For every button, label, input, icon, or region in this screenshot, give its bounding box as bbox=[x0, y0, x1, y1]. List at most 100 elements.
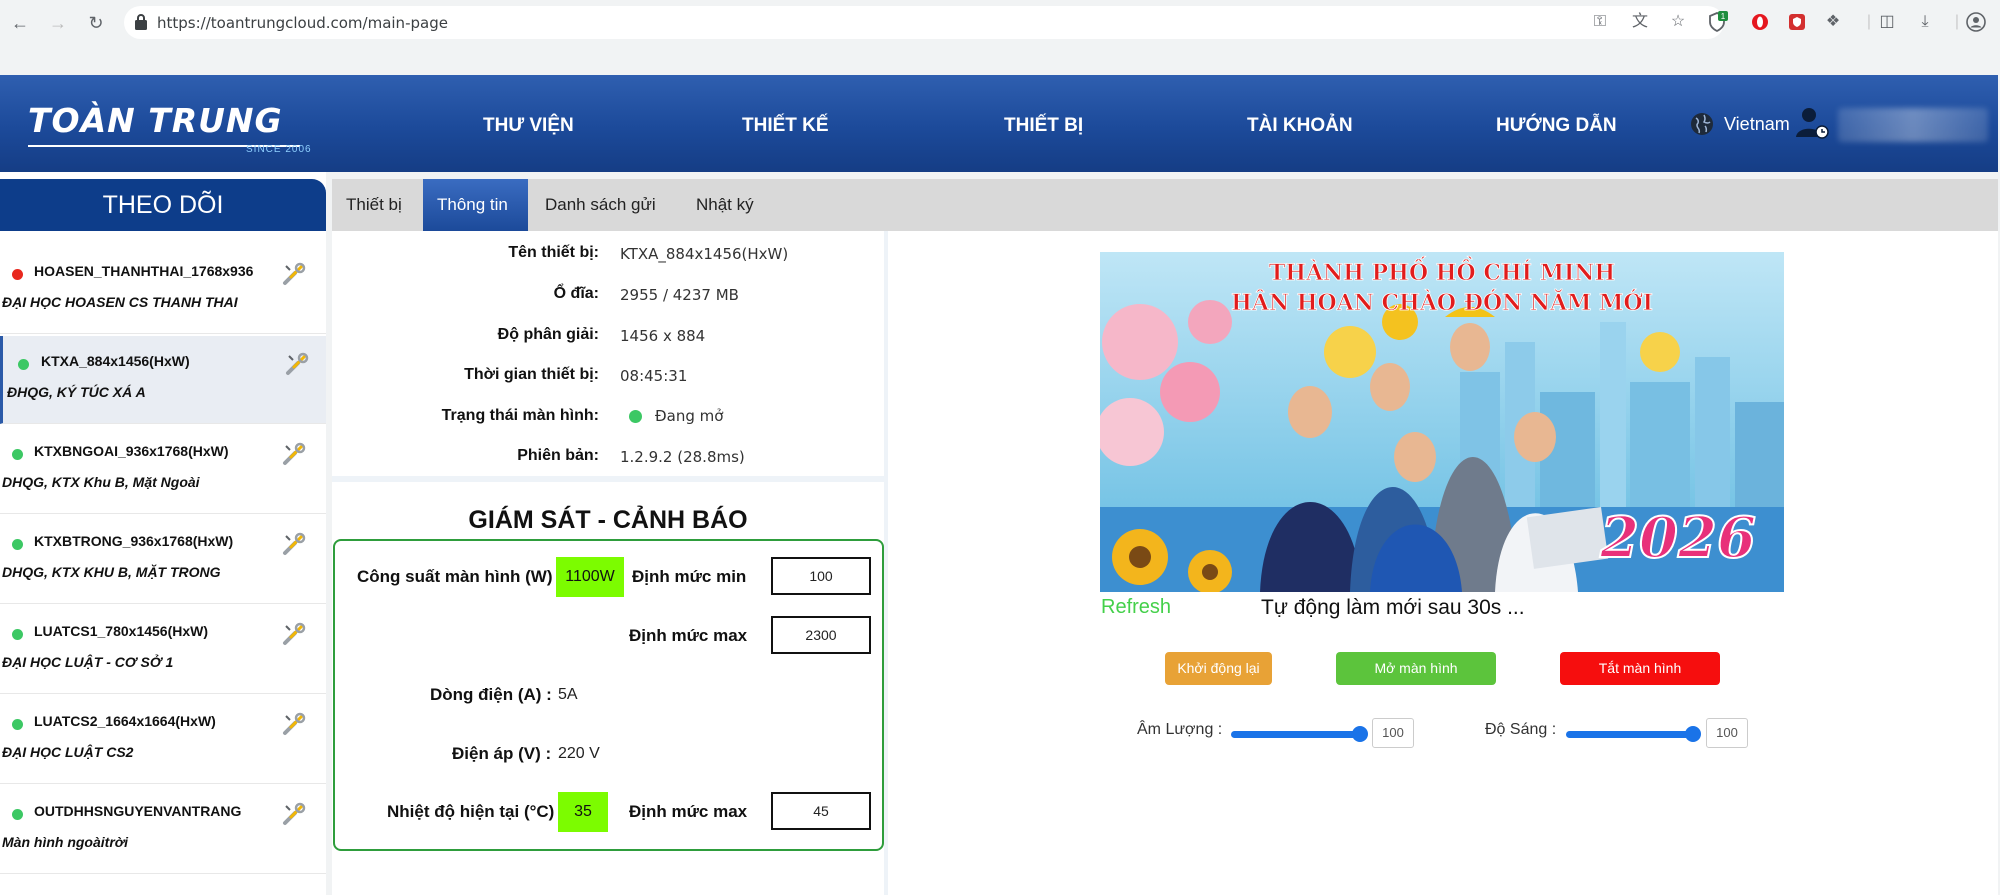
disk-value: 2955 / 4237 MB bbox=[620, 286, 739, 304]
volume-slider-thumb[interactable] bbox=[1352, 726, 1368, 742]
power-value: 1100W bbox=[556, 557, 624, 597]
reload-icon[interactable]: ↻ bbox=[83, 10, 109, 36]
logo-since: SINCE 2006 bbox=[246, 144, 312, 155]
device-name: KTXBTRONG_936x1768(HxW) bbox=[34, 533, 234, 549]
device-description: ĐẠI HỌC LUẬT CS2 bbox=[2, 744, 134, 760]
status-dot bbox=[12, 629, 23, 640]
status-dot bbox=[18, 359, 29, 370]
panel-divider bbox=[884, 231, 888, 895]
download-icon[interactable]: ⤓ bbox=[1914, 11, 1936, 33]
settings-tools-icon[interactable] bbox=[281, 711, 307, 737]
volume-value[interactable]: 100 bbox=[1372, 718, 1414, 748]
volume-label: Âm Lượng : bbox=[1137, 721, 1223, 738]
temperature-label: Nhiệt độ hiện tại (°C) bbox=[387, 802, 555, 821]
settings-tools-icon[interactable] bbox=[281, 621, 307, 647]
status-dot bbox=[12, 719, 23, 730]
brightness-slider-thumb[interactable] bbox=[1685, 726, 1701, 742]
key-icon[interactable]: ⚿ bbox=[1589, 11, 1611, 33]
device-list-item[interactable]: KTXBTRONG_936x1768(HxW) DHQG, KTX KHU B, … bbox=[0, 516, 326, 604]
device-list-item[interactable]: LUATCS1_780x1456(HxW) ĐẠI HỌC LUẬT - CƠ S… bbox=[0, 606, 326, 694]
menu-thiet-bi[interactable]: THIẾT BỊ bbox=[1004, 115, 1083, 137]
red-shield-extension-icon[interactable] bbox=[1786, 11, 1808, 33]
translate-icon[interactable]: 文 bbox=[1629, 11, 1651, 33]
device-time-value: 08:45:31 bbox=[620, 367, 688, 385]
min-limit-input[interactable]: 100 bbox=[771, 557, 871, 595]
device-list-item[interactable]: KTXBNGOAI_936x1768(HxW) DHQG, KTX Khu B, … bbox=[0, 426, 326, 514]
device-description: Màn hình ngoàitrời bbox=[2, 834, 129, 850]
status-dot bbox=[12, 539, 23, 550]
settings-tools-icon[interactable] bbox=[281, 801, 307, 827]
device-list-item[interactable]: KTXA_884x1456(HxW) ĐHQG, KÝ TÚC XÁ A bbox=[0, 336, 326, 424]
settings-tools-icon[interactable] bbox=[281, 261, 307, 287]
screen-status-dot bbox=[629, 410, 642, 423]
tab-thiet-bi[interactable]: Thiết bị bbox=[332, 179, 416, 231]
opera-extension-icon[interactable] bbox=[1749, 11, 1771, 33]
monitor-title: GIÁM SÁT - CẢNH BÁO bbox=[468, 506, 748, 534]
url-text[interactable]: https://toantrungcloud.com/main-page bbox=[157, 14, 448, 32]
menu-thu-vien[interactable]: THƯ VIỆN bbox=[483, 115, 574, 137]
shield-icon: 1 bbox=[1709, 11, 1728, 33]
tab-danh-sach-gui[interactable]: Danh sách gửi bbox=[531, 179, 670, 231]
sidebar: THEO DÕI HOASEN_THANHTHAI_1768x936 ĐẠI HỌ… bbox=[0, 172, 326, 895]
device-list-item[interactable]: HOASEN_THANHTHAI_1768x936 ĐẠI HỌC HOASEN … bbox=[0, 246, 326, 334]
menu-tai-khoan[interactable]: TÀI KHOẢN bbox=[1247, 115, 1353, 137]
temperature-value: 35 bbox=[558, 792, 608, 832]
power-label: Công suất màn hình (W) bbox=[357, 567, 553, 586]
device-name: LUATCS2_1664x1664(HxW) bbox=[34, 713, 216, 729]
restart-button[interactable]: Khởi động lại bbox=[1165, 652, 1272, 685]
refresh-link[interactable]: Refresh bbox=[1101, 596, 1171, 619]
settings-tools-icon[interactable] bbox=[281, 441, 307, 467]
disk-label: Ổ đĩa: bbox=[553, 285, 599, 302]
menu-huong-dan[interactable]: HƯỚNG DẪN bbox=[1496, 115, 1617, 137]
extensions-puzzle-icon[interactable]: ❖ bbox=[1822, 11, 1844, 33]
tab-bar: Thiết bị Thông tin Danh sách gửi Nhật ký bbox=[332, 179, 1998, 231]
temp-max-label: Định mức max bbox=[629, 802, 748, 821]
tab-thong-tin[interactable]: Thông tin bbox=[423, 179, 528, 231]
tet-banner-image: THÀNH PHỐ HỒ CHÍ MINH HÂN HOAN CHÀO ĐÓN … bbox=[1100, 252, 1784, 592]
settings-tools-icon[interactable] bbox=[281, 531, 307, 557]
device-list-item[interactable]: OUTDHHSNGUYENVANTRANG Màn hình ngoàitrời bbox=[0, 786, 326, 874]
current-label: Dòng điện (A) : bbox=[430, 685, 552, 704]
tab-nhat-ky[interactable]: Nhật ký bbox=[682, 179, 768, 231]
username-blurred[interactable] bbox=[1838, 108, 1988, 142]
site-header: TOÀN TRUNG SINCE 2006 THƯ VIỆN THIẾT KẾ … bbox=[0, 75, 1998, 172]
back-icon[interactable]: ← bbox=[7, 10, 33, 36]
menu-thiet-ke[interactable]: THIẾT KẾ bbox=[742, 115, 829, 137]
min-limit-label: Định mức min bbox=[632, 567, 747, 586]
sidebar-title: THEO DÕI bbox=[0, 179, 326, 231]
device-name: HOASEN_THANHTHAI_1768x936 bbox=[34, 263, 254, 279]
temp-max-input[interactable]: 45 bbox=[771, 792, 871, 830]
screen-off-button[interactable]: Tắt màn hình bbox=[1560, 652, 1720, 685]
country-selector[interactable]: Vietnam bbox=[1724, 114, 1790, 135]
bookmark-star-icon[interactable]: ☆ bbox=[1667, 11, 1689, 33]
max-limit-input[interactable]: 2300 bbox=[771, 616, 871, 654]
logo-text: TOÀN TRUNG bbox=[28, 101, 283, 140]
brightness-value[interactable]: 100 bbox=[1706, 718, 1748, 748]
volume-slider[interactable] bbox=[1231, 731, 1363, 738]
shield-extension-icon[interactable]: 1 bbox=[1706, 11, 1728, 33]
address-bar[interactable]: https://toantrungcloud.com/main-page bbox=[124, 6, 1724, 39]
resolution-value: 1456 x 884 bbox=[620, 327, 706, 345]
device-name: KTXA_884x1456(HxW) bbox=[41, 353, 190, 369]
max-limit-label: Định mức max bbox=[629, 626, 748, 645]
screen-on-button[interactable]: Mở màn hình bbox=[1336, 652, 1496, 685]
device-description: DHQG, KTX Khu B, Mặt Ngoài bbox=[2, 474, 200, 490]
brightness-slider[interactable] bbox=[1566, 731, 1698, 738]
profile-icon[interactable] bbox=[1965, 11, 1987, 33]
brightness-label: Độ Sáng : bbox=[1485, 721, 1557, 738]
device-name: KTXBNGOAI_936x1768(HxW) bbox=[34, 443, 229, 459]
auto-refresh-text: Tự động làm mới sau 30s ... bbox=[1261, 596, 1525, 619]
split-view-icon[interactable]: ◫ bbox=[1876, 11, 1898, 33]
device-list-item[interactable]: LUATCS2_1664x1664(HxW) ĐẠI HỌC LUẬT CS2 bbox=[0, 696, 326, 784]
version-label: Phiên bản: bbox=[517, 447, 599, 464]
device-description: DHQG, KTX KHU B, MẶT TRONG bbox=[2, 564, 221, 580]
banner-line-2: HÂN HOAN CHÀO ĐÓN NĂM MỚI bbox=[1231, 289, 1653, 316]
forward-icon[interactable]: → bbox=[45, 10, 71, 36]
settings-tools-icon[interactable] bbox=[284, 351, 310, 377]
panel-divider bbox=[332, 476, 888, 482]
user-icon[interactable] bbox=[1794, 105, 1830, 141]
device-name: LUATCS1_780x1456(HxW) bbox=[34, 623, 209, 639]
globe-icon[interactable] bbox=[1690, 112, 1714, 136]
logo[interactable]: TOÀN TRUNG SINCE 2006 bbox=[28, 101, 311, 155]
device-description: ĐHQG, KÝ TÚC XÁ A bbox=[7, 384, 146, 400]
